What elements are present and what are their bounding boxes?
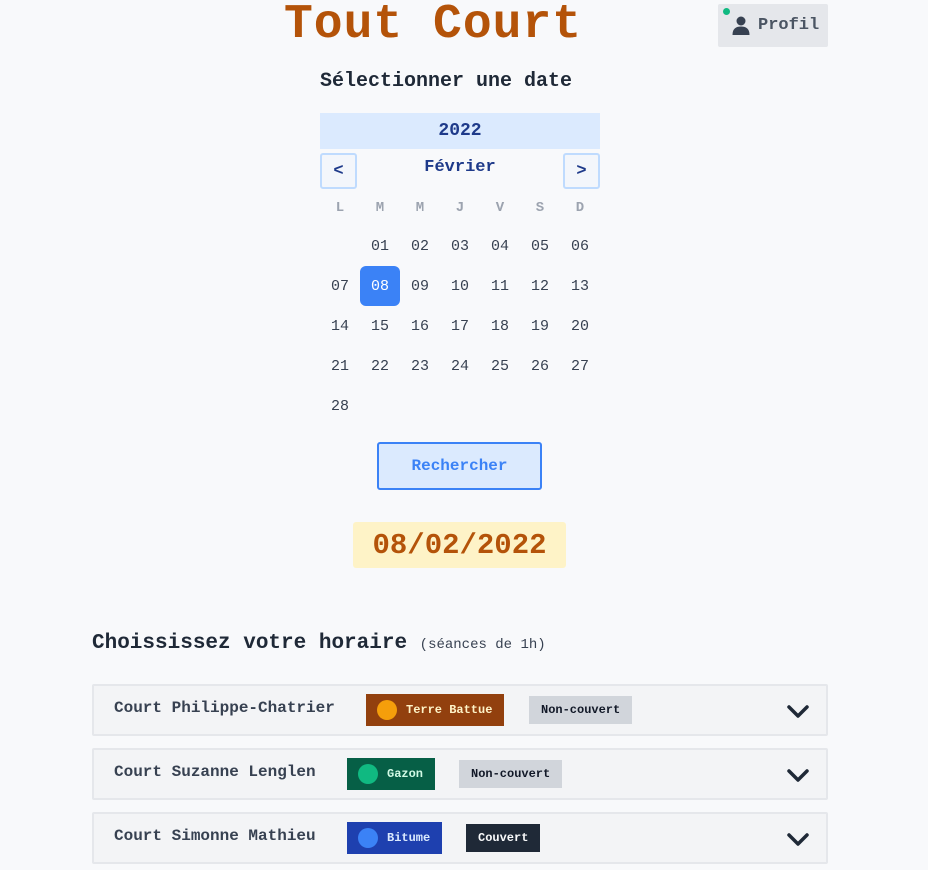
calendar-day[interactable]: 16: [400, 306, 440, 346]
court-row-simonne-mathieu[interactable]: Court Simonne Mathieu Bitume Couvert: [92, 812, 828, 864]
calendar-day[interactable]: 28: [320, 386, 360, 426]
calendar-day[interactable]: 14: [320, 306, 360, 346]
chevron-down-icon[interactable]: [786, 704, 810, 720]
calendar-month: Février: [424, 158, 496, 177]
calendar-day[interactable]: 22: [360, 346, 400, 386]
calendar-day[interactable]: 12: [520, 266, 560, 306]
calendar-day[interactable]: 07: [320, 266, 360, 306]
calendar-day[interactable]: 02: [400, 226, 440, 266]
court-row-suzanne-lenglen[interactable]: Court Suzanne Lenglen Gazon Non-couvert: [92, 748, 828, 800]
weekday-label: L: [335, 200, 345, 216]
calendar-day[interactable]: 20: [560, 306, 600, 346]
search-button[interactable]: Rechercher: [377, 442, 542, 490]
calendar-day[interactable]: 23: [400, 346, 440, 386]
calendar-day[interactable]: 15: [360, 306, 400, 346]
weekday-label: V: [495, 200, 505, 216]
calendar-day[interactable]: 10: [440, 266, 480, 306]
schedule-heading: Choississez votre horaire (séances de 1h…: [92, 632, 546, 655]
calendar-day[interactable]: 21: [320, 346, 360, 386]
cover-badge: Non-couvert: [459, 760, 563, 788]
calendar-day[interactable]: 26: [520, 346, 560, 386]
chevron-down-icon[interactable]: [786, 768, 810, 784]
calendar-day[interactable]: 17: [440, 306, 480, 346]
calendar-days-grid: 01 02 03 04 05 06 07 08 09 10 11 12 13 14 15 16 17 18 19 20…: [320, 226, 600, 426]
app-title: Tout Court: [284, 0, 583, 52]
calendar-day[interactable]: 05: [520, 226, 560, 266]
weekday-label: J: [455, 200, 465, 216]
calendar-year: 2022: [320, 113, 600, 149]
online-status-dot: [723, 8, 730, 15]
weekday-label: M: [375, 200, 385, 216]
calendar-day[interactable]: 13: [560, 266, 600, 306]
court-name: Court Philippe-Chatrier: [114, 699, 335, 717]
calendar-day[interactable]: 06: [560, 226, 600, 266]
cover-badge: Couvert: [466, 824, 541, 852]
schedule-subtitle: (séances de 1h): [419, 637, 546, 653]
profile-label: Profil: [758, 16, 820, 35]
surface-label: Terre Battue: [406, 703, 493, 717]
weekday-label: D: [575, 200, 585, 216]
court-name: Court Suzanne Lenglen: [114, 763, 316, 781]
calendar-day[interactable]: 11: [480, 266, 520, 306]
calendar-day[interactable]: 18: [480, 306, 520, 346]
weekday-label: M: [415, 200, 425, 216]
surface-label: Bitume: [387, 831, 431, 845]
calendar-day[interactable]: 24: [440, 346, 480, 386]
calendar-day[interactable]: 09: [400, 266, 440, 306]
calendar-day[interactable]: 25: [480, 346, 520, 386]
tennis-ball-icon: [358, 828, 378, 848]
surface-badge-clay: Terre Battue: [366, 694, 505, 726]
surface-badge-hard: Bitume: [347, 822, 443, 854]
court-name: Court Simonne Mathieu: [114, 827, 316, 845]
tennis-ball-icon: [358, 764, 378, 784]
court-row-philippe-chatrier[interactable]: Court Philippe-Chatrier Terre Battue Non…: [92, 684, 828, 736]
calendar-day[interactable]: 27: [560, 346, 600, 386]
surface-label: Gazon: [387, 767, 424, 781]
date-picker-heading: Sélectionner une date: [320, 70, 573, 93]
calendar-day-selected[interactable]: 08: [360, 266, 400, 306]
calendar-day[interactable]: 19: [520, 306, 560, 346]
tennis-ball-icon: [377, 700, 397, 720]
calendar-empty-cell: [320, 226, 360, 266]
schedule-title: Choississez votre horaire: [92, 632, 408, 655]
next-month-button[interactable]: >: [563, 153, 600, 189]
profile-button[interactable]: Profil: [718, 4, 828, 47]
weekday-header: L M M J V S D: [320, 198, 600, 218]
calendar-day[interactable]: 01: [360, 226, 400, 266]
calendar-day[interactable]: 03: [440, 226, 480, 266]
surface-badge-grass: Gazon: [347, 758, 436, 790]
user-icon: [732, 16, 750, 35]
prev-month-button[interactable]: <: [320, 153, 357, 189]
cover-badge: Non-couvert: [529, 696, 633, 724]
chevron-down-icon[interactable]: [786, 832, 810, 848]
selected-date-display: 08/02/2022: [353, 522, 566, 568]
calendar-day[interactable]: 04: [480, 226, 520, 266]
weekday-label: S: [535, 200, 545, 216]
